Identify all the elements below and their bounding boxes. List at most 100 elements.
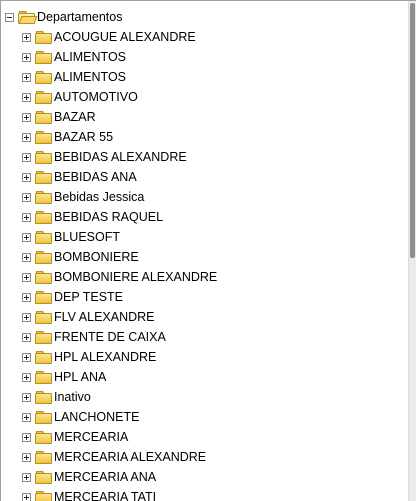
- tree-item-label[interactable]: BAZAR: [53, 109, 97, 125]
- tree-root-node[interactable]: Departamentos: [5, 7, 123, 27]
- expand-icon[interactable]: [22, 32, 31, 42]
- tree-item-22[interactable]: MERCEARIA ALEXANDRE: [1, 447, 218, 467]
- folder-icon: [35, 111, 52, 124]
- tree-item-label[interactable]: Inativo: [53, 389, 92, 405]
- tree-item-8[interactable]: BEBIDAS ANA: [1, 167, 218, 187]
- tree-item-24[interactable]: MERCEARIA TATI: [1, 487, 218, 501]
- folder-icon: [35, 151, 52, 164]
- tree-item-label[interactable]: BEBIDAS ANA: [53, 169, 138, 185]
- folder-icon: [35, 471, 52, 484]
- tree-item-21[interactable]: MERCEARIA: [1, 427, 218, 447]
- expand-icon[interactable]: [22, 152, 31, 162]
- tree-item-label[interactable]: MERCEARIA ALEXANDRE: [53, 449, 207, 465]
- scrollbar-thumb[interactable]: [410, 3, 415, 258]
- expand-icon[interactable]: [22, 332, 31, 342]
- tree-item-9[interactable]: Bebidas Jessica: [1, 187, 218, 207]
- tree-item-6[interactable]: BAZAR 55: [1, 127, 218, 147]
- expand-icon[interactable]: [22, 272, 31, 282]
- tree-item-5[interactable]: BAZAR: [1, 107, 218, 127]
- expand-icon[interactable]: [22, 132, 31, 142]
- tree-item-15[interactable]: FLV ALEXANDRE: [1, 307, 218, 327]
- tree-item-label[interactable]: MERCEARIA ANA: [53, 469, 157, 485]
- tree-item-label[interactable]: BEBIDAS RAQUEL: [53, 209, 164, 225]
- tree-root-label[interactable]: Departamentos: [36, 9, 123, 25]
- tree-item-2[interactable]: ALIMENTOS: [1, 47, 218, 67]
- expand-icon[interactable]: [22, 292, 31, 302]
- expand-icon[interactable]: [22, 312, 31, 322]
- folder-icon: [35, 271, 52, 284]
- expand-icon[interactable]: [22, 392, 31, 402]
- tree-item-12[interactable]: BOMBONIERE: [1, 247, 218, 267]
- tree-item-label[interactable]: FRENTE DE CAIXA: [53, 329, 167, 345]
- tree-item-14[interactable]: DEP TESTE: [1, 287, 218, 307]
- tree-item-label[interactable]: HPL ANA: [53, 369, 107, 385]
- expand-icon[interactable]: [22, 112, 31, 122]
- tree-item-label[interactable]: BOMBONIERE: [53, 249, 140, 265]
- expand-icon[interactable]: [22, 492, 31, 501]
- expand-icon[interactable]: [22, 52, 31, 62]
- vertical-scrollbar[interactable]: [408, 1, 416, 501]
- folder-icon: [35, 231, 52, 244]
- expand-icon[interactable]: [22, 212, 31, 222]
- expand-icon[interactable]: [22, 432, 31, 442]
- tree-item-label[interactable]: LANCHONETE: [53, 409, 140, 425]
- tree-item-11[interactable]: BLUESOFT: [1, 227, 218, 247]
- folder-icon: [35, 451, 52, 464]
- tree-item-23[interactable]: MERCEARIA ANA: [1, 467, 218, 487]
- folder-icon: [35, 251, 52, 264]
- expand-icon[interactable]: [22, 252, 31, 262]
- tree-item-label[interactable]: Bebidas Jessica: [53, 189, 145, 205]
- tree-item-1[interactable]: ACOUGUE ALEXANDRE: [1, 27, 218, 47]
- tree-item-label[interactable]: BLUESOFT: [53, 229, 121, 245]
- tree-item-16[interactable]: FRENTE DE CAIXA: [1, 327, 218, 347]
- expand-icon[interactable]: [22, 172, 31, 182]
- tree-item-3[interactable]: ALIMENTOS: [1, 67, 218, 87]
- tree-item-17[interactable]: HPL ALEXANDRE: [1, 347, 218, 367]
- folder-icon: [35, 31, 52, 44]
- folder-icon: [35, 491, 52, 501]
- expand-icon[interactable]: [22, 232, 31, 242]
- tree-item-13[interactable]: BOMBONIERE ALEXANDRE: [1, 267, 218, 287]
- tree-item-label[interactable]: BAZAR 55: [53, 129, 114, 145]
- expand-icon[interactable]: [22, 472, 31, 482]
- folder-icon: [35, 71, 52, 84]
- expand-icon[interactable]: [22, 412, 31, 422]
- tree-item-label[interactable]: AUTOMOTIVO: [53, 89, 139, 105]
- tree-item-label[interactable]: MERCEARIA: [53, 429, 129, 445]
- tree-item-label[interactable]: ACOUGUE ALEXANDRE: [53, 29, 197, 45]
- folder-icon: [35, 291, 52, 304]
- expand-icon[interactable]: [22, 72, 31, 82]
- tree-item-18[interactable]: HPL ANA: [1, 367, 218, 387]
- tree-item-label[interactable]: MERCEARIA TATI: [53, 489, 157, 501]
- expand-icon[interactable]: [22, 352, 31, 362]
- folder-icon: [35, 331, 52, 344]
- folder-icon: [35, 131, 52, 144]
- folder-icon: [35, 311, 52, 324]
- folder-open-icon: [18, 11, 38, 24]
- expand-icon[interactable]: [22, 452, 31, 462]
- tree-item-label[interactable]: DEP TESTE: [53, 289, 124, 305]
- tree-item-label[interactable]: BOMBONIERE ALEXANDRE: [53, 269, 218, 285]
- tree-item-label[interactable]: HPL ALEXANDRE: [53, 349, 157, 365]
- tree-item-label[interactable]: ALIMENTOS: [53, 49, 127, 65]
- expand-icon[interactable]: [22, 92, 31, 102]
- tree-item-19[interactable]: Inativo: [1, 387, 218, 407]
- tree-item-label[interactable]: BEBIDAS ALEXANDRE: [53, 149, 188, 165]
- tree-item-label[interactable]: FLV ALEXANDRE: [53, 309, 156, 325]
- tree-item-4[interactable]: AUTOMOTIVO: [1, 87, 218, 107]
- tree-item-20[interactable]: LANCHONETE: [1, 407, 218, 427]
- folder-icon: [35, 51, 52, 64]
- collapse-icon[interactable]: [5, 12, 14, 22]
- tree-item-7[interactable]: BEBIDAS ALEXANDRE: [1, 147, 218, 167]
- folder-icon: [35, 391, 52, 404]
- folder-icon: [35, 91, 52, 104]
- folder-icon: [35, 351, 52, 364]
- tree-item-label[interactable]: ALIMENTOS: [53, 69, 127, 85]
- expand-icon[interactable]: [22, 192, 31, 202]
- folder-icon: [35, 211, 52, 224]
- expand-icon[interactable]: [22, 372, 31, 382]
- tree-children: ACOUGUE ALEXANDRE ALIMENTOS ALIMENTOS AU…: [1, 27, 218, 501]
- tree-item-10[interactable]: BEBIDAS RAQUEL: [1, 207, 218, 227]
- folder-icon: [35, 191, 52, 204]
- folder-icon: [35, 171, 52, 184]
